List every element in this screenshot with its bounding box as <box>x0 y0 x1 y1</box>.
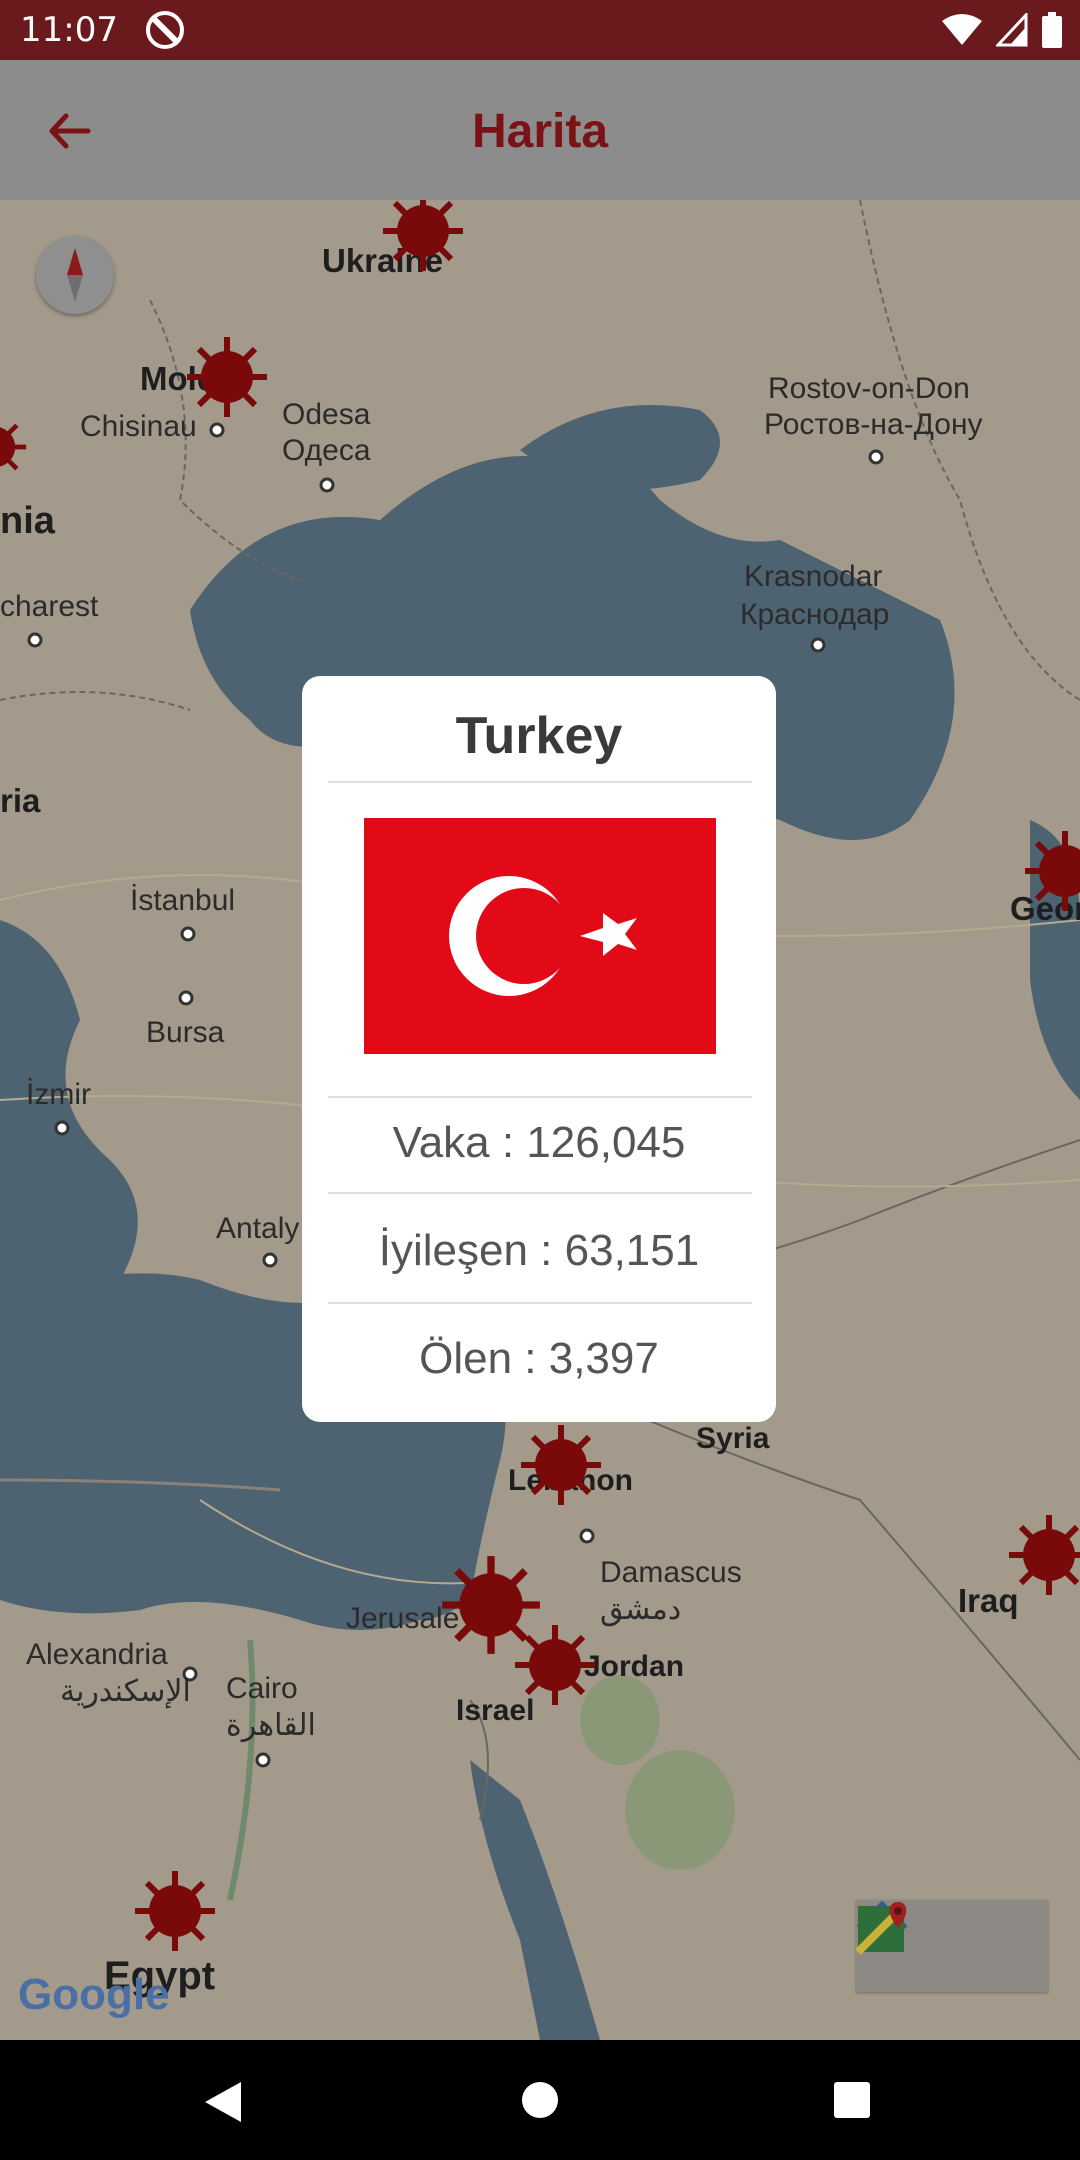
recovered-stat: İyileşen : 63,151 <box>378 1226 700 1275</box>
virus-icon[interactable] <box>1004 1510 1080 1600</box>
turkey-flag-icon <box>364 818 716 1054</box>
map-label-alexandria: Alexandria <box>26 1638 168 1671</box>
divider <box>328 1192 752 1194</box>
map-label-damascus-arabic: دمشق <box>600 1593 682 1626</box>
divider <box>328 781 752 783</box>
map-label-bucharest: charest <box>0 590 99 623</box>
virus-icon[interactable] <box>1020 826 1080 916</box>
status-time: 11:07 <box>20 10 118 50</box>
map-label-chisinau: Chisinau <box>80 410 197 443</box>
virus-icon[interactable] <box>182 332 272 422</box>
compass-button[interactable] <box>36 236 114 314</box>
system-nav-bar <box>0 2040 1080 2160</box>
wifi-icon <box>942 14 982 45</box>
virus-icon[interactable] <box>130 1866 220 1956</box>
map-label-istanbul: İstanbul <box>130 884 236 917</box>
map-label-alexandria-arabic: الإسكندرية <box>60 1675 191 1708</box>
page-title: Harita <box>471 105 609 158</box>
map-label-odesa: Odesa <box>282 398 371 431</box>
app-bar: Harita <box>0 60 1080 200</box>
map-label-bulgaria: ria <box>0 782 41 819</box>
map-toolbar <box>856 1900 1048 1992</box>
virus-icon[interactable] <box>0 412 30 482</box>
cases-stat: Vaka : 126,045 <box>392 1118 686 1167</box>
google-logo: Google <box>18 1970 170 2019</box>
map-label-rostov-cyrillic: Ростов-на-Дону <box>764 408 983 441</box>
map-label-bursa: Bursa <box>146 1016 225 1049</box>
nav-back-icon[interactable] <box>205 2082 241 2122</box>
map-label-rostov: Rostov-on-Don <box>768 372 970 405</box>
google-maps-icon <box>856 1902 907 1955</box>
country-info-dialog: Turkey Vaka : 126,045 İyileşen : 63,151 … <box>302 676 776 1422</box>
map-label-damascus: Damascus <box>600 1556 742 1589</box>
country-name: Turkey <box>455 707 623 765</box>
divider <box>328 1096 752 1098</box>
compass-icon <box>67 248 83 302</box>
virus-icon[interactable] <box>510 1620 600 1710</box>
map-label-antalya: Antaly <box>216 1212 300 1245</box>
map-label-cairo: Cairo <box>226 1672 298 1705</box>
battery-icon <box>1042 12 1062 48</box>
map-label-krasnodar: Krasnodar <box>744 560 883 593</box>
map-label-izmir: İzmir <box>26 1078 91 1111</box>
nav-home-icon[interactable] <box>522 2082 558 2118</box>
signal-icon <box>996 13 1028 47</box>
map-label-cairo-arabic: القاهرة <box>226 1709 316 1742</box>
open-in-maps-button[interactable] <box>856 1900 1048 1992</box>
divider <box>328 1302 752 1304</box>
map-label-syria: Syria <box>696 1422 770 1455</box>
deaths-stat: Ölen : 3,397 <box>419 1334 659 1383</box>
virus-icon[interactable] <box>516 1420 606 1510</box>
map-label-romania: nia <box>0 500 55 542</box>
status-bar: 11:07 <box>0 0 1080 60</box>
nav-recents-icon[interactable] <box>834 2082 870 2118</box>
vpn-icon <box>145 11 184 49</box>
virus-icon[interactable] <box>378 200 468 276</box>
map-label-odesa-cyrillic: Одеса <box>282 434 371 467</box>
map-label-krasnodar-cyrillic: Краснодар <box>740 598 890 631</box>
